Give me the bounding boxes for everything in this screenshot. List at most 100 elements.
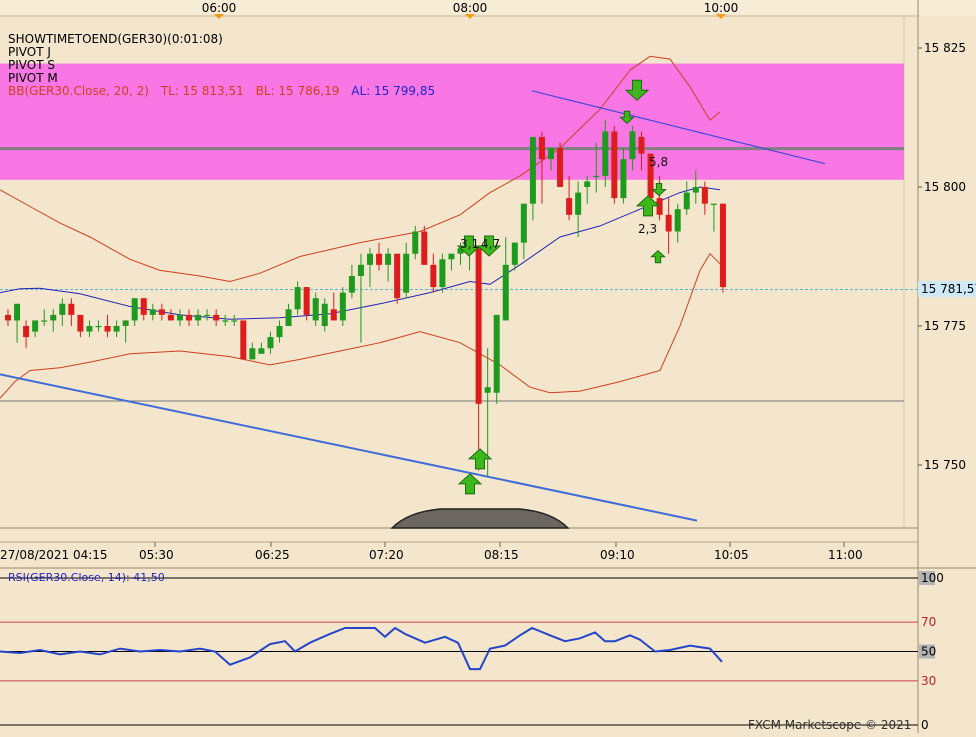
candle-body bbox=[484, 387, 491, 393]
y-tick-label: 15 825 bbox=[924, 41, 966, 55]
candle-body bbox=[719, 203, 726, 288]
candle-body bbox=[204, 314, 211, 317]
candle-body bbox=[149, 309, 156, 315]
candle-body bbox=[692, 187, 699, 193]
legend-line-2: PIVOT S bbox=[8, 58, 55, 72]
candle bbox=[240, 320, 247, 360]
candle-body bbox=[23, 326, 30, 338]
rsi-level-label: 0 bbox=[921, 718, 929, 732]
candle-body bbox=[95, 326, 102, 328]
candle bbox=[611, 125, 618, 204]
y-tick-label: 15 750 bbox=[924, 458, 966, 472]
candle-body bbox=[348, 275, 355, 293]
candle bbox=[421, 225, 428, 265]
rsi-level-label: 30 bbox=[921, 674, 936, 688]
candle-body bbox=[656, 198, 663, 215]
candle-body bbox=[312, 298, 319, 321]
candle-body bbox=[412, 231, 419, 254]
candle-body bbox=[186, 314, 192, 321]
annotation-label: 4,7 bbox=[481, 237, 500, 251]
candle-body bbox=[511, 242, 518, 265]
candle-body bbox=[122, 320, 129, 326]
candle bbox=[719, 203, 726, 293]
candle-body bbox=[294, 287, 301, 310]
candle-body bbox=[475, 248, 482, 404]
candle-body bbox=[448, 253, 455, 260]
candle bbox=[339, 287, 346, 326]
legend-line-0: SHOWTIMETOEND(GER30)(0:01:08) bbox=[8, 32, 223, 46]
candle-body bbox=[285, 309, 292, 326]
top-time-label: 08:00 bbox=[453, 1, 488, 15]
candle-body bbox=[330, 309, 337, 321]
candle-body bbox=[176, 314, 183, 321]
candle-body bbox=[439, 259, 446, 288]
candle-body bbox=[41, 320, 48, 322]
candle-body bbox=[213, 314, 220, 321]
candle-body bbox=[367, 253, 373, 265]
candle-body bbox=[303, 287, 310, 315]
bb-legend-prefix: BB(GER30.Close, 20, 2) bbox=[8, 84, 149, 98]
x-tick-label: 27/08/2021 04:15 bbox=[0, 548, 108, 562]
x-tick-label: 06:25 bbox=[255, 548, 290, 562]
x-tick-label: 10:05 bbox=[714, 548, 749, 562]
candle-body bbox=[32, 320, 39, 332]
candle-body bbox=[602, 131, 609, 176]
candle-body bbox=[710, 203, 717, 205]
candle-body bbox=[104, 326, 111, 332]
candle bbox=[557, 142, 564, 187]
candle-body bbox=[86, 326, 93, 332]
candle-body bbox=[5, 314, 11, 321]
candle-body bbox=[131, 298, 138, 321]
candle bbox=[394, 253, 401, 304]
bb-legend-al: AL: 15 799,85 bbox=[351, 84, 435, 98]
candle-body bbox=[502, 264, 509, 321]
candle-body bbox=[140, 298, 147, 315]
x-tick-label: 05:30 bbox=[139, 548, 174, 562]
candle bbox=[439, 253, 446, 293]
candle-body bbox=[167, 314, 174, 321]
candle-body bbox=[113, 326, 120, 332]
candle-body bbox=[538, 136, 545, 160]
candle-body bbox=[376, 253, 383, 265]
x-tick-label: 09:10 bbox=[600, 548, 635, 562]
candle-body bbox=[59, 303, 66, 315]
candle-body bbox=[593, 175, 600, 178]
candle-body bbox=[321, 303, 328, 326]
chart-container[interactable]: 3,1 4,7 5,8 2,3 15 825 15 800 15 775 15 750 06:… bbox=[0, 0, 976, 733]
candle-body bbox=[77, 314, 84, 332]
price-chart[interactable]: 3,1 4,7 5,8 2,3 15 825 15 800 15 775 15 750 06:… bbox=[0, 0, 976, 733]
candle-body bbox=[557, 148, 564, 187]
legend-line-1: PIVOT J bbox=[8, 45, 51, 59]
candle-body bbox=[584, 181, 591, 187]
candle-body bbox=[674, 209, 681, 232]
candle-body bbox=[575, 192, 582, 215]
candle-body bbox=[520, 203, 527, 243]
annotation-label: 3,1 bbox=[460, 237, 479, 251]
annotation-label: 5,8 bbox=[649, 155, 668, 169]
candle-body bbox=[665, 214, 672, 232]
candle-body bbox=[68, 303, 75, 315]
rsi-level-label: 70 bbox=[921, 615, 936, 629]
rsi-level-label: 50 bbox=[921, 645, 936, 659]
candle-body bbox=[339, 292, 346, 321]
pivot-zone bbox=[0, 63, 904, 180]
footer-text: FXCM Marketscope © 2021 bbox=[748, 718, 911, 732]
candle-body bbox=[385, 253, 392, 265]
candle-body bbox=[493, 314, 500, 393]
candle-body bbox=[430, 264, 437, 288]
candle-body bbox=[620, 159, 627, 199]
candle-body bbox=[394, 253, 401, 299]
candle-body bbox=[403, 253, 410, 293]
candle-body bbox=[231, 320, 238, 322]
x-tick-label: 08:15 bbox=[484, 548, 519, 562]
top-time-label: 10:00 bbox=[704, 1, 739, 15]
candle-body bbox=[548, 148, 554, 160]
candle-body bbox=[357, 264, 364, 276]
bb-legend-bl: BL: 15 786,19 bbox=[256, 84, 340, 98]
candle-body bbox=[421, 231, 428, 265]
current-price-label: 15 781,57 bbox=[921, 282, 976, 296]
rsi-label: RSI(GER30.Close, 14): 41,50 bbox=[8, 571, 165, 584]
candle-body bbox=[240, 320, 247, 360]
candle-body bbox=[222, 320, 229, 322]
top-time-label: 06:00 bbox=[202, 1, 237, 15]
